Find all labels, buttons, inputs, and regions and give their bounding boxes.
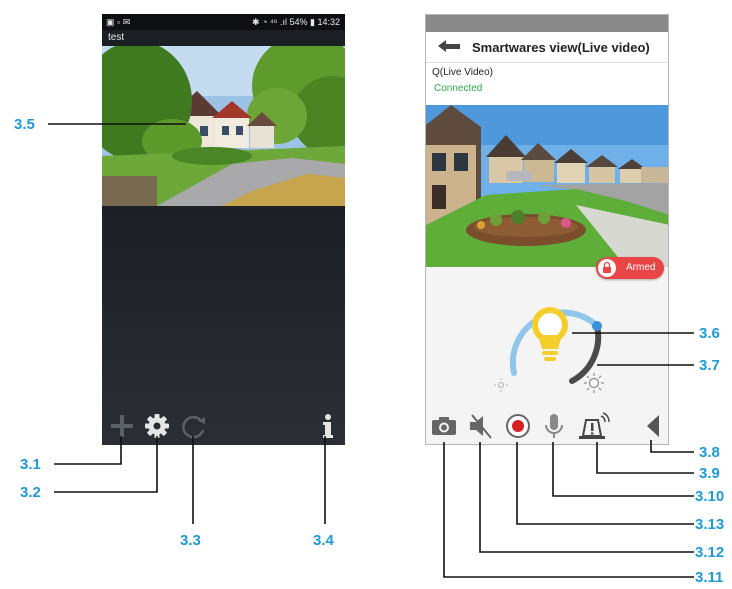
- brightness-dial-graphic: [494, 307, 604, 393]
- siren-button[interactable]: [577, 411, 610, 441]
- houses-scene-image: [426, 105, 668, 267]
- camera-icon: [432, 417, 456, 435]
- record-icon: [506, 414, 530, 438]
- phone-screen-live-video: Smartwares view(Live video) Q(Live Video…: [425, 14, 669, 445]
- armed-toggle[interactable]: Armed: [596, 257, 664, 279]
- back-arrow-icon: [438, 40, 460, 52]
- microphone-icon: [545, 414, 563, 438]
- collapse-panel-button[interactable]: [639, 411, 668, 441]
- mute-icon: [470, 414, 492, 439]
- talk-button[interactable]: [539, 411, 569, 441]
- callout-3-4: 3.4: [313, 532, 334, 549]
- callout-3-12: 3.12: [695, 544, 725, 561]
- info-icon: [323, 414, 333, 438]
- callout-3-3: 3.3: [180, 532, 201, 549]
- toggle-knob: [598, 259, 616, 277]
- dim-sun-icon: [494, 378, 508, 392]
- connection-status: Connected: [434, 83, 483, 94]
- callout-3-9: 3.9: [699, 465, 720, 482]
- callout-3-5: 3.5: [14, 116, 35, 133]
- camera-video-feed[interactable]: [102, 46, 345, 206]
- bright-sun-icon: [584, 373, 604, 393]
- status-right-info: ✱ ◔ ⁴⁶ .ıl 54% ▮ 14:32: [251, 17, 340, 27]
- camera-name: Q(Live Video): [432, 67, 493, 78]
- armed-label: Armed: [626, 262, 656, 273]
- snapshot-button[interactable]: [429, 411, 459, 441]
- info-button[interactable]: [313, 412, 343, 440]
- settings-button[interactable]: [142, 412, 172, 440]
- phone-screen-camera-list: ▣ ▫ ✉ ✱ ◔ ⁴⁶ .ıl 54% ▮ 14:32 test: [102, 14, 345, 445]
- callout-3-2: 3.2: [20, 484, 41, 501]
- refresh-icon: [182, 415, 205, 439]
- light-brightness-dial[interactable]: [484, 277, 614, 397]
- status-bar: ▣ ▫ ✉ ✱ ◔ ⁴⁶ .ıl 54% ▮ 14:32: [102, 14, 345, 30]
- callout-3-11: 3.11: [695, 569, 724, 586]
- chevron-left-icon: [647, 415, 659, 437]
- gear-icon: [145, 414, 169, 438]
- camera-title: test: [108, 32, 125, 43]
- back-button[interactable]: [438, 39, 462, 55]
- status-left-icons: ▣ ▫ ✉: [106, 17, 131, 27]
- callout-3-7: 3.7: [699, 357, 720, 374]
- plus-icon: [111, 415, 133, 437]
- page-title: Smartwares view(Live video): [472, 40, 650, 55]
- app-header: Smartwares view(Live video): [426, 32, 668, 63]
- add-camera-button[interactable]: [107, 412, 137, 440]
- alarm-icon: [579, 412, 610, 439]
- refresh-button[interactable]: [179, 412, 209, 440]
- callout-3-13: 3.13: [695, 516, 725, 533]
- empty-camera-area: [102, 206, 345, 445]
- callout-3-10: 3.10: [695, 488, 725, 505]
- live-video-feed[interactable]: [426, 105, 668, 267]
- mute-button[interactable]: [466, 411, 496, 441]
- record-button[interactable]: [503, 411, 533, 441]
- callout-3-8: 3.8: [699, 444, 720, 461]
- status-bar: [426, 15, 668, 32]
- street-scene-image: [102, 46, 345, 206]
- callout-3-6: 3.6: [699, 325, 720, 342]
- bulb-icon: [532, 307, 568, 361]
- lock-icon: [603, 261, 611, 273]
- callout-3-1: 3.1: [20, 456, 41, 473]
